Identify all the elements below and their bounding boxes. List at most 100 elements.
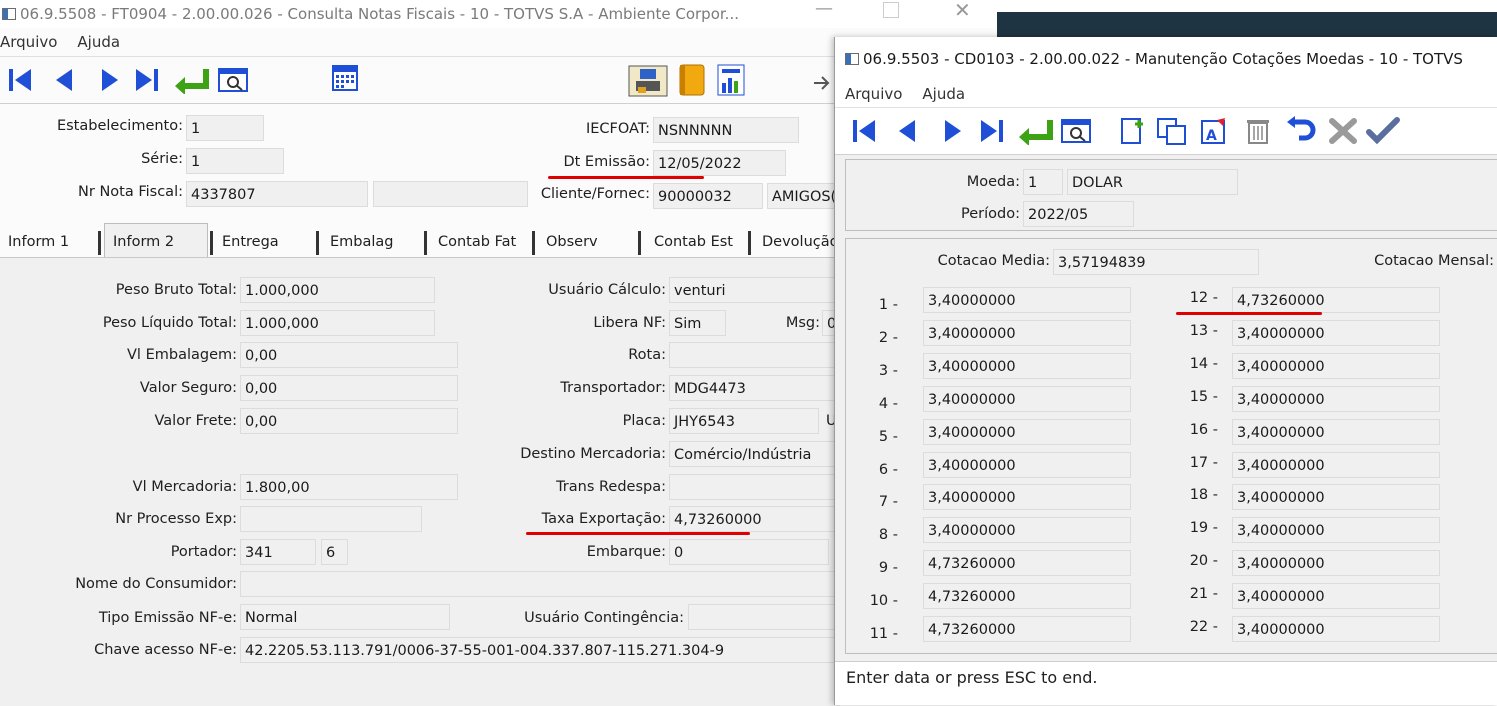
day-value-field[interactable]: 3,40000000 bbox=[1232, 385, 1440, 412]
day-value-field[interactable]: 3,40000000 bbox=[923, 418, 1131, 445]
book-icon[interactable] bbox=[676, 63, 708, 97]
menu-arquivo[interactable]: Arquivo bbox=[0, 33, 57, 51]
undo-icon[interactable] bbox=[1285, 116, 1319, 146]
day-value-field[interactable]: 3,40000000 bbox=[1232, 352, 1440, 379]
vl-mercadoria-field[interactable]: 1.800,00 bbox=[240, 474, 458, 500]
nr-processo-field[interactable] bbox=[240, 506, 422, 532]
periodo-field[interactable]: 2022/05 bbox=[1023, 201, 1134, 227]
libera-nf-field[interactable]: Sim bbox=[669, 310, 726, 336]
cotacao-media-field[interactable]: 3,57194839 bbox=[1053, 249, 1259, 275]
title-bar[interactable]: 06.9.5508 - FT0904 - 2.00.00.026 - Consu… bbox=[0, 0, 997, 28]
close-button[interactable]: ✕ bbox=[954, 0, 971, 26]
day-value-field[interactable]: 4,73260000 bbox=[923, 616, 1131, 642]
day-value-field[interactable]: 3,40000000 bbox=[1232, 484, 1440, 511]
day-value-field[interactable]: 3,40000000 bbox=[1232, 616, 1440, 642]
day-value-field[interactable]: 3,40000000 bbox=[1232, 319, 1440, 346]
moeda-field[interactable]: 1 bbox=[1023, 169, 1063, 195]
day-value-field[interactable]: 3,40000000 bbox=[1232, 583, 1440, 610]
calendar-icon[interactable] bbox=[331, 64, 359, 92]
chart-report-icon[interactable] bbox=[716, 63, 746, 97]
goto-arrow-icon[interactable] bbox=[173, 66, 209, 94]
relatorio-icon[interactable] bbox=[628, 65, 668, 97]
last-record-icon[interactable] bbox=[979, 117, 1005, 145]
taxa-exportacao-field[interactable]: 4,73260000 bbox=[669, 506, 840, 532]
usuario-contingencia-field[interactable] bbox=[688, 604, 840, 630]
tab-devolucao[interactable]: Devolução bbox=[754, 229, 840, 256]
first-record-icon[interactable] bbox=[851, 117, 877, 145]
search-record-icon[interactable] bbox=[1061, 117, 1093, 145]
embarque-field[interactable]: 0 bbox=[669, 539, 829, 565]
delete-record-icon[interactable] bbox=[1243, 116, 1273, 146]
rota-field[interactable] bbox=[669, 342, 840, 368]
nr-nota-field[interactable]: 4337807 bbox=[186, 181, 368, 207]
usuario-calculo-field[interactable]: venturi bbox=[669, 277, 840, 303]
tipo-emissao-field[interactable]: Normal bbox=[240, 604, 450, 630]
maximize-button[interactable] bbox=[883, 2, 899, 18]
exit-icon[interactable] bbox=[812, 73, 834, 93]
peso-bruto-field[interactable]: 1.000,000 bbox=[240, 277, 435, 303]
day-value-field[interactable]: 4,73260000 bbox=[923, 583, 1131, 610]
moeda-nome-field[interactable]: DOLAR bbox=[1067, 169, 1238, 195]
first-record-icon[interactable] bbox=[7, 66, 33, 94]
day-value-field[interactable]: 3,40000000 bbox=[923, 287, 1131, 313]
cliente-nome-field[interactable]: AMIGOS( bbox=[767, 183, 837, 209]
last-record-icon[interactable] bbox=[134, 66, 160, 94]
add-record-icon[interactable] bbox=[1117, 116, 1147, 146]
destino-field[interactable]: Comércio/Indústria bbox=[669, 441, 840, 467]
confirm-icon[interactable] bbox=[1365, 116, 1401, 146]
menu-ajuda[interactable]: Ajuda bbox=[922, 85, 965, 103]
iecfoat-field[interactable]: NSNNNNN bbox=[653, 117, 799, 143]
serie-field[interactable]: 1 bbox=[186, 148, 284, 174]
menu-ajuda[interactable]: Ajuda bbox=[77, 33, 120, 51]
nome-consumidor-field[interactable] bbox=[240, 571, 840, 597]
minimize-button[interactable]: — bbox=[815, 0, 833, 26]
portador-modalidade-field[interactable]: 6 bbox=[321, 539, 348, 565]
cancel-icon[interactable] bbox=[1327, 116, 1361, 146]
tab-entrega[interactable]: Entrega bbox=[214, 229, 314, 256]
valor-frete-field[interactable]: 0,00 bbox=[240, 408, 458, 434]
day-value-field[interactable]: 3,40000000 bbox=[1232, 517, 1440, 544]
edit-record-icon[interactable]: A bbox=[1199, 116, 1229, 146]
day-value-field[interactable]: 3,40000000 bbox=[1232, 550, 1440, 577]
day-value-field[interactable]: 4,73260000 bbox=[923, 550, 1131, 577]
vl-embalagem-field[interactable]: 0,00 bbox=[240, 342, 458, 368]
day-value-field[interactable]: 3,40000000 bbox=[923, 451, 1131, 478]
day-value-field[interactable]: 3,40000000 bbox=[923, 484, 1131, 511]
copy-record-icon[interactable] bbox=[1155, 116, 1189, 146]
day-value-field[interactable]: 3,40000000 bbox=[923, 517, 1131, 544]
next-record-icon[interactable] bbox=[939, 117, 965, 145]
transportador-field[interactable]: MDG4473 bbox=[669, 375, 840, 401]
previous-record-icon[interactable] bbox=[895, 117, 921, 145]
trans-redespa-field[interactable] bbox=[669, 474, 840, 500]
tab-inform-1[interactable]: Inform 1 bbox=[0, 229, 98, 256]
tab-observ[interactable]: Observ bbox=[538, 229, 636, 256]
menu-arquivo[interactable]: Arquivo bbox=[845, 85, 902, 103]
cliente-field[interactable]: 90000032 bbox=[653, 183, 763, 209]
goto-arrow-icon[interactable] bbox=[1017, 117, 1053, 145]
previous-record-icon[interactable] bbox=[52, 66, 78, 94]
placa-field[interactable]: JHY6543 bbox=[669, 408, 819, 434]
day-value-field[interactable]: 3,40000000 bbox=[923, 385, 1131, 412]
tab-embalag[interactable]: Embalag bbox=[322, 229, 422, 256]
peso-liquido-field[interactable]: 1.000,000 bbox=[240, 310, 435, 336]
day-value-field[interactable]: 3,40000000 bbox=[923, 319, 1131, 346]
tab-contab-fat[interactable]: Contab Fat bbox=[430, 229, 530, 256]
valor-seguro-field[interactable]: 0,00 bbox=[240, 375, 458, 401]
day-value-field[interactable]: 4,73260000 bbox=[1232, 287, 1440, 313]
day-value-field[interactable]: 3,40000000 bbox=[1232, 451, 1440, 478]
tab-inform-2[interactable]: Inform 2 bbox=[104, 223, 208, 257]
chave-acesso-field[interactable]: 42.2205.53.113.791/0006-37-55-001-004.33… bbox=[240, 637, 840, 663]
day-value-field[interactable]: 3,40000000 bbox=[923, 352, 1131, 379]
portador-field[interactable]: 341 bbox=[240, 539, 316, 565]
title-bar[interactable]: 06.9.5503 - CD0103 - 2.00.00.022 - Manut… bbox=[835, 37, 1497, 81]
window-title: 06.9.5508 - FT0904 - 2.00.00.026 - Consu… bbox=[20, 5, 739, 23]
day-label: 8 - bbox=[878, 527, 898, 544]
estabelecimento-field[interactable]: 1 bbox=[186, 115, 264, 141]
day-value-field[interactable]: 3,40000000 bbox=[1232, 418, 1440, 445]
next-record-icon[interactable] bbox=[96, 66, 122, 94]
tab-contab-est[interactable]: Contab Est bbox=[646, 229, 746, 256]
iecfoat-label: IECFOAT: bbox=[585, 121, 650, 137]
search-record-icon[interactable] bbox=[218, 66, 250, 94]
peso-bruto-label: Peso Bruto Total: bbox=[115, 282, 237, 298]
dt-emissao-field[interactable]: 12/05/2022 bbox=[653, 150, 786, 176]
